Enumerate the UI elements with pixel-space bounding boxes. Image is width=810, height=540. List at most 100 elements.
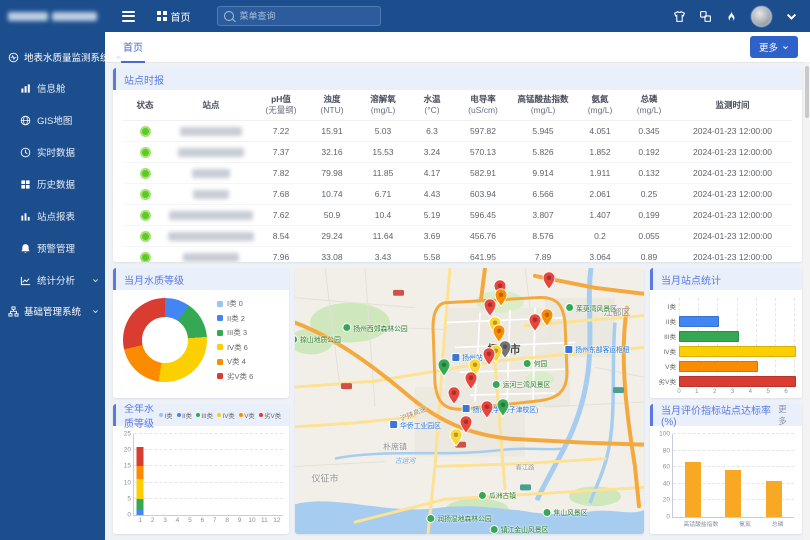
station-name-redacted [167,232,255,241]
column-header-pH值: pH值(无量纲) [255,94,307,115]
monthly-quality-panel: 当月水质等级 I类 0II类 2III类 3IV类 6V类 4劣V类 6 [113,268,289,398]
value-cell: 7.68 [255,189,307,199]
user-menu-chevron-icon[interactable] [785,10,798,23]
stacked-bar [186,434,193,515]
table-row[interactable]: 7.3732.1615.533.24570.135.8261.8520.1922… [123,142,792,163]
monthly-quality-title: 当月水质等级 [124,272,184,287]
map-label-仪征市: 仪征市 [311,472,338,485]
map-pin-red[interactable] [448,386,461,405]
sidebar-group-地表水质量监测系统[interactable]: 地表水质量监测系统 [0,42,105,72]
sidebar-item-GIS地图[interactable]: GIS地图 [0,104,105,136]
month-columns: 123456789101112 [134,434,283,515]
hbar-track [679,313,794,328]
table-row[interactable]: 7.6810.746.714.43603.946.5662.0610.25202… [123,184,792,205]
sidebar-item-label: 历史数据 [37,177,75,191]
map-pin-red[interactable] [529,313,542,332]
donut-legend: I类 0II类 2III类 3IV类 6V类 4劣V类 6 [217,298,253,382]
sidebar-group-基础管理系统[interactable]: 基础管理系统 [0,296,105,326]
hbar-bar-III类 [679,331,739,342]
y-tick-label: 20 [663,497,670,504]
map-label-古运河: 古运河 [395,455,415,465]
sidebar-item-实时数据[interactable]: 实时数据 [0,136,105,168]
bar-segment-IV类 [137,479,144,498]
value-cell: 3.807 [511,210,575,220]
sidebar-item-站点报表[interactable]: 站点报表 [0,200,105,232]
more-button[interactable]: 更多 [750,36,798,58]
legend-item-V类: V类 4 [217,356,253,367]
home-grid-icon [157,11,167,21]
search-input[interactable] [238,10,374,22]
tab-home[interactable]: 首页 [121,31,145,63]
bar-segment-V类 [137,466,144,479]
compliance-rate-panel: 当月评价指标站点达标率(%) 更多 020406080100高锰酸盐指数氨氮总磷 [650,404,802,534]
y-tick-label: 25 [124,431,131,438]
column-header-状态: 状态 [123,100,167,111]
stacked-bar [224,434,231,515]
sidebar-item-预警管理[interactable]: 预警管理 [0,232,105,264]
table-row[interactable]: 7.9633.083.435.58641.957.893.0640.892024… [123,247,792,262]
value-cell: 32.16 [307,147,357,157]
page-scrollbar-thumb[interactable] [805,66,809,118]
station-map[interactable]: 扬州市仪征市江都区扬州西郊森林公园捺山地质公园茱萸湾风景区何园运河三湾风景区扬州… [295,268,644,534]
x-tick-label: 6 [196,517,208,524]
menu-toggle-icon[interactable] [113,11,143,22]
sidebar-item-历史数据[interactable]: 历史数据 [0,168,105,200]
stacked-bar [261,434,268,515]
value-cell: 8.576 [511,231,575,241]
sidebar-item-信息舱[interactable]: 信息舱 [0,72,105,104]
value-cell: 582.91 [455,168,511,178]
x-tick-label: 4 [171,517,183,524]
user-avatar[interactable] [751,6,772,27]
month-column: 3 [159,434,171,515]
value-cell: 641.95 [455,252,511,262]
station-name-redacted [167,211,255,220]
month-column: 10 [246,434,258,515]
map-pin-red[interactable] [484,298,497,317]
map-pin-green[interactable] [438,358,451,377]
theme-icon[interactable] [673,10,686,23]
value-cell: 33.08 [307,252,357,262]
compliance-more-link[interactable]: 更多 [778,404,794,427]
value-cell: 10.4 [357,210,409,220]
hbar-category-label: 劣V类 [654,376,679,386]
station-name-redacted [167,169,255,178]
stacked-bar [249,434,256,515]
vbar-bars [673,434,794,517]
value-cell: 5.945 [511,126,575,136]
monitor-system-icon [8,52,19,63]
table-row[interactable]: 7.8279.9811.854.17582.919.9141.9110.1322… [123,163,792,184]
chevron-down-icon [782,44,789,51]
hbar-bar-II类 [679,316,719,327]
x-tick-label: 7 [209,517,221,524]
hbar-row-IV类: IV类 [654,343,794,358]
column-header-水温: 水温(°C) [409,94,455,115]
layout-switch-icon[interactable] [699,10,712,23]
time-cell: 2024-01-23 12:00:00 [673,231,792,241]
hbar-category-label: IV类 [654,346,679,356]
table-row[interactable]: 8.5429.2411.643.69456.768.5760.20.055202… [123,226,792,247]
table-row[interactable]: 7.2215.915.036.3597.825.9454.0510.345202… [123,121,792,142]
map-pin-red[interactable] [465,371,478,390]
page-scrollbar[interactable] [804,62,810,540]
breadcrumb[interactable]: 首页 [157,9,191,24]
status-cell [123,168,167,179]
map-pin-green[interactable] [497,398,510,417]
table-row[interactable]: 7.6250.910.45.19596.453.8071.4070.199202… [123,205,792,226]
month-column: 12 [271,434,283,515]
tabbar: 首页 更多 [105,32,810,63]
y-tick-label: 10 [124,479,131,486]
legend-item-II类: II类 2 [217,313,253,324]
value-cell: 0.89 [625,252,673,262]
map-pin-red[interactable] [483,347,496,366]
value-cell: 1.852 [575,147,625,157]
sidebar-item-统计分析[interactable]: 统计分析 [0,264,105,296]
column-header-浊度: 浊度(NTU) [307,94,357,115]
hbar-row-III类: III类 [654,328,794,343]
map-pin-yellow[interactable] [450,428,463,447]
map-pin-orange[interactable] [541,308,554,327]
flame-icon[interactable] [725,10,738,23]
map-pin-red[interactable] [481,400,494,419]
map-pin-red[interactable] [543,271,556,290]
station-report-icon [20,211,31,222]
menu-search[interactable] [217,6,381,26]
